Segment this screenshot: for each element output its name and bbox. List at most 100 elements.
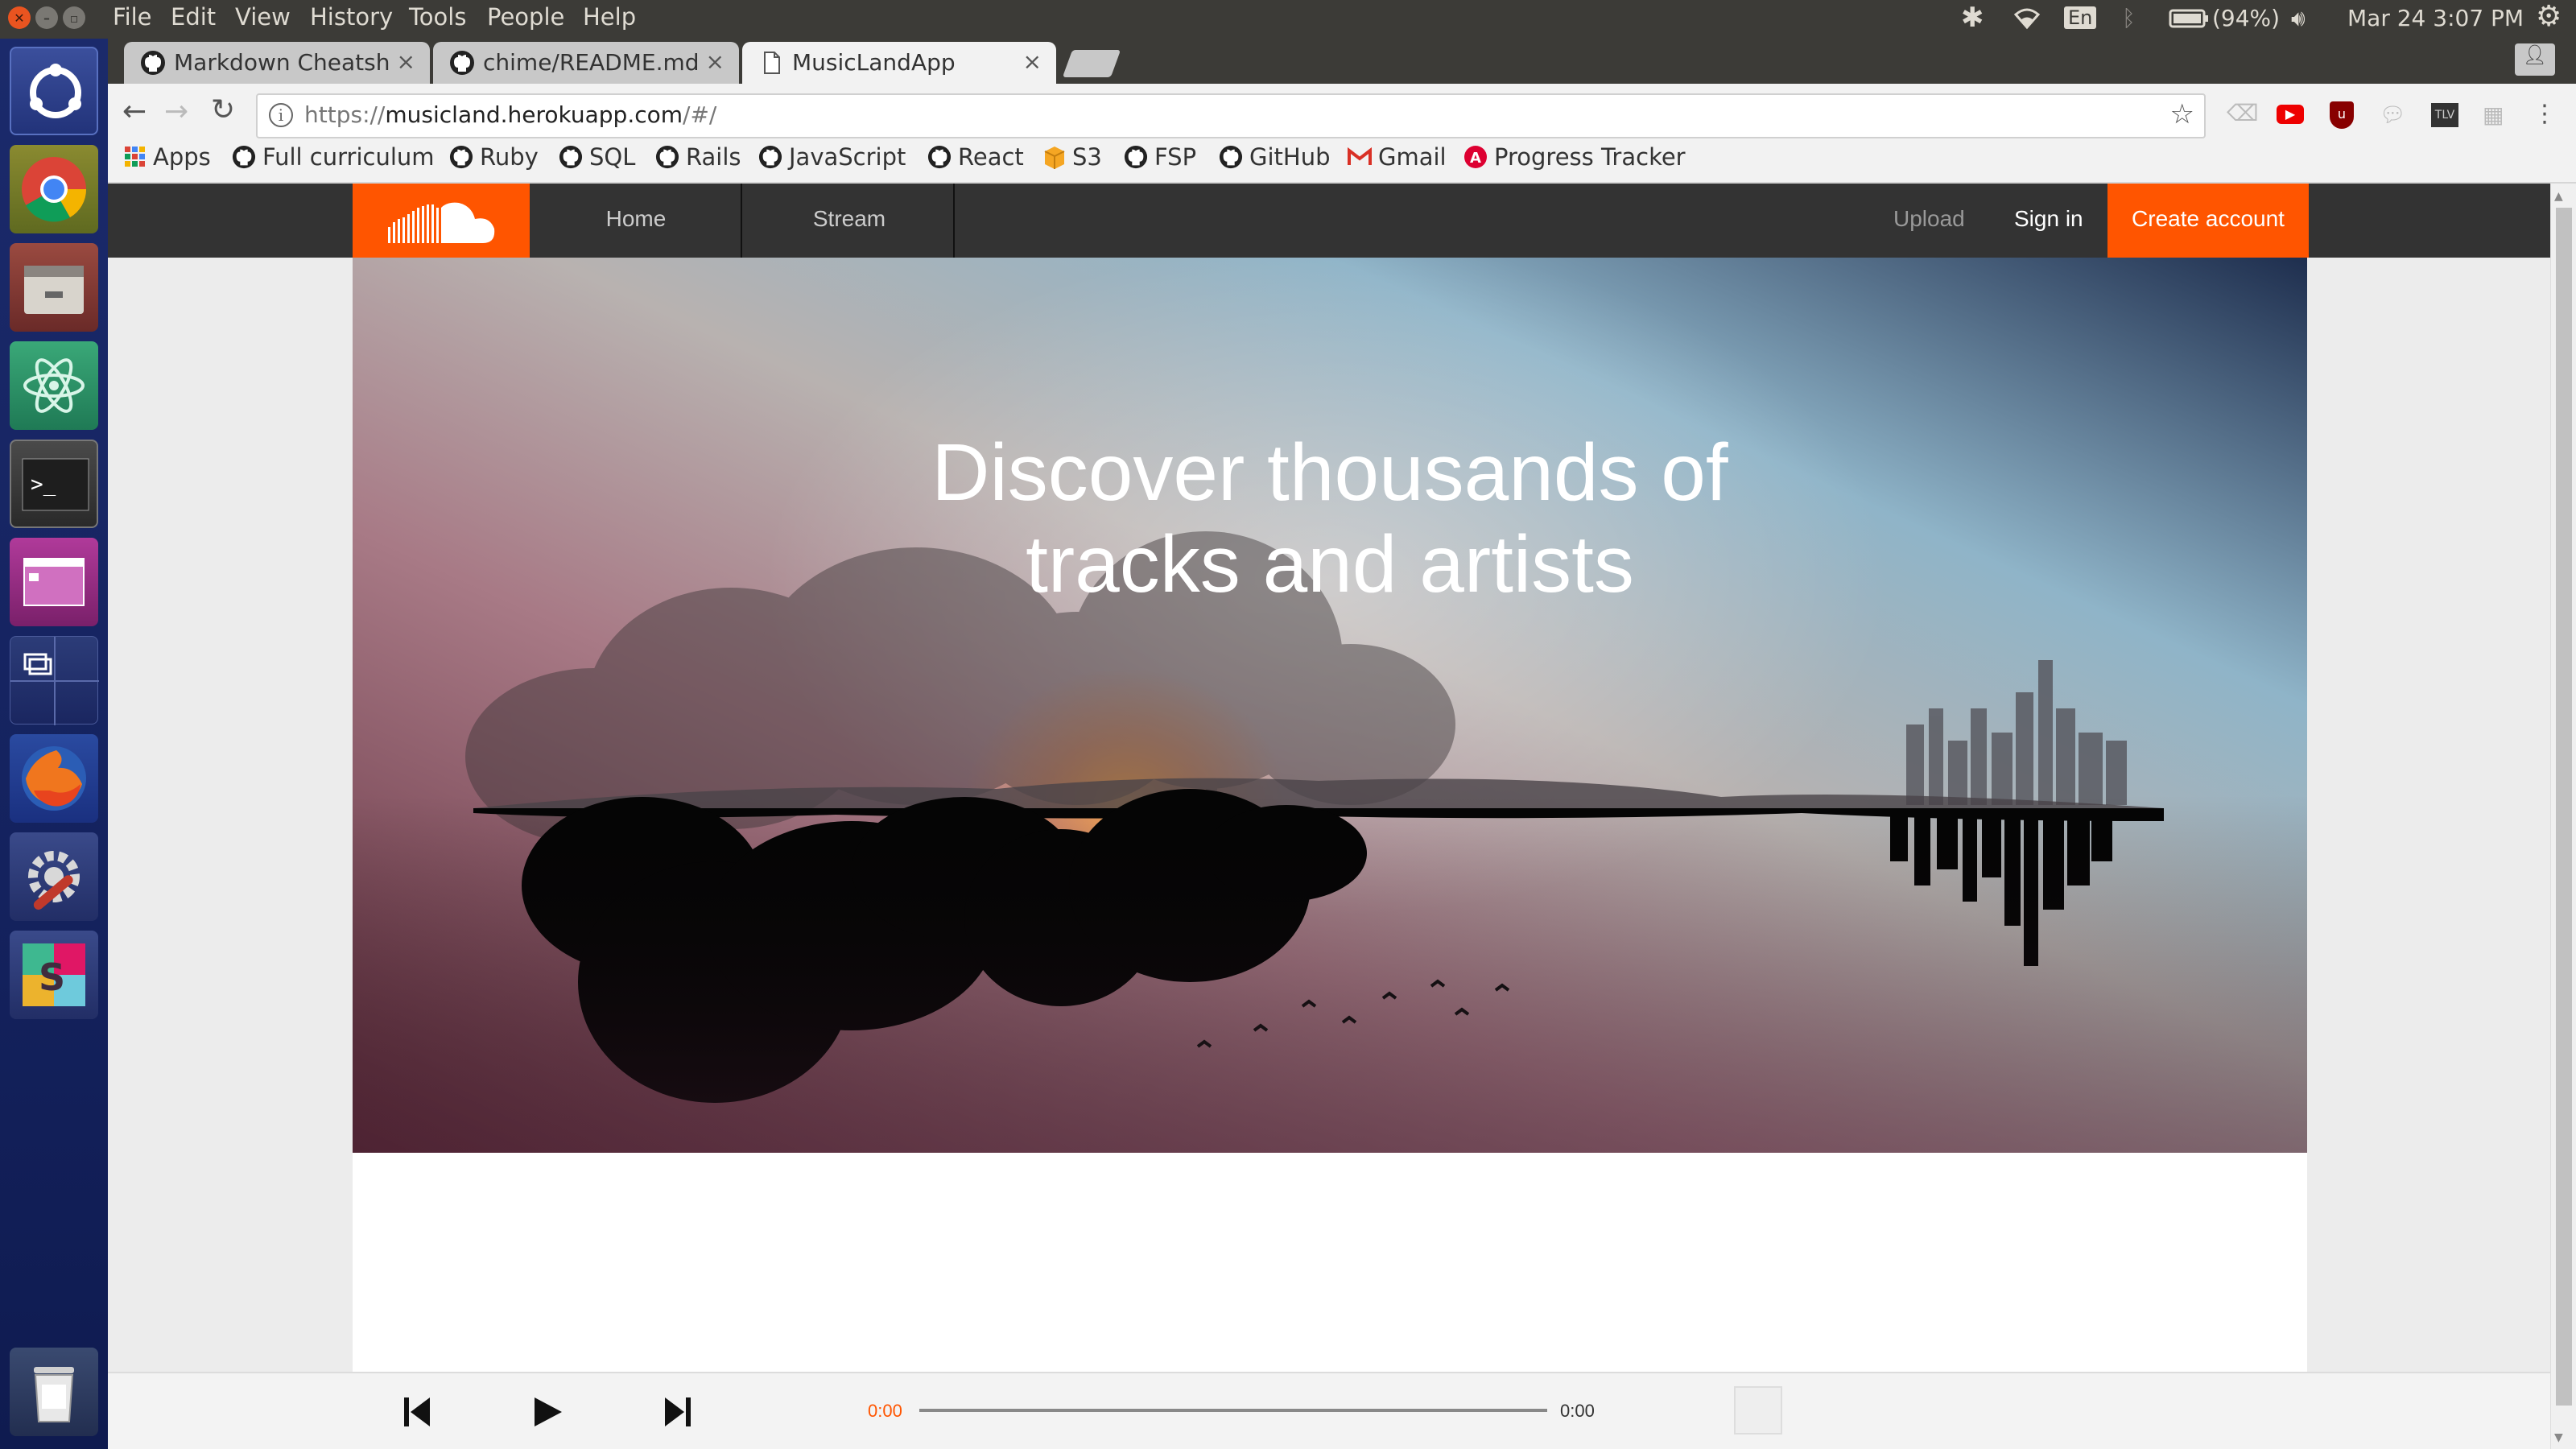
menu-people[interactable]: People [487,3,564,31]
site-navbar: Home Stream Upload Sign in Create accoun… [108,184,2550,258]
wifi-icon[interactable] [2013,5,2041,36]
nav-upload[interactable]: Upload [1893,206,1965,232]
bookmark-label: Rails [686,143,741,171]
close-tab-icon[interactable]: × [1023,48,1042,75]
github-icon [1124,145,1148,169]
menu-history[interactable]: History [310,3,393,31]
close-tab-icon[interactable]: × [397,48,415,75]
scroll-up-arrow-icon[interactable]: ▲ [2554,190,2563,203]
chrome-icon[interactable] [10,145,98,233]
menu-tools[interactable]: Tools [409,3,466,31]
bookmark-label: Full curriculum [262,143,435,171]
nav-sign-in[interactable]: Sign in [2014,206,2083,232]
bookmark-react[interactable]: React [927,143,1024,171]
address-bar[interactable]: i https://musicland.herokuapp.com/#/ ☆ [256,93,2206,138]
slack-icon[interactable]: S [10,931,98,1019]
bookmark-full-curriculum[interactable]: Full curriculum [232,143,435,171]
next-track-icon[interactable] [663,1396,692,1428]
menu-help[interactable]: Help [583,3,636,31]
reload-icon[interactable]: ↻ [211,93,235,126]
volume-icon[interactable]: 🔊︎ [2291,5,2306,32]
soundcloud-logo[interactable] [353,184,530,258]
current-time: 0:00 [868,1401,902,1421]
bookmark-rails[interactable]: Rails [655,143,741,171]
browser-menu-icon[interactable]: ⋮ [2533,100,2557,128]
bookmark-label: React [958,143,1024,171]
bookmark-ruby[interactable]: Ruby [449,143,539,171]
github-icon [141,51,165,75]
progress-track[interactable] [919,1409,1547,1412]
battery-icon[interactable] [2169,8,2209,35]
menu-file[interactable]: File [113,3,152,31]
bookmark-label: SQL [589,143,636,171]
track-artwork-thumbnail[interactable] [1734,1386,1782,1435]
maximize-window-icon[interactable]: ▫ [63,6,85,29]
youtube-extension-icon[interactable]: ▶ [2277,105,2304,124]
menu-view[interactable]: View [235,3,291,31]
bookmark-label: Gmail [1378,143,1447,171]
new-tab-button[interactable] [1062,50,1121,77]
bookmark-label: FSP [1154,143,1197,171]
previous-track-icon[interactable] [402,1396,431,1428]
atom-icon[interactable] [10,341,98,430]
extension-eraser-icon[interactable]: ⌫ [2227,100,2259,126]
profile-icon[interactable]: 👤︎ [2515,43,2555,76]
svg-text:S: S [39,956,65,999]
github-icon [450,51,474,75]
power-gear-icon[interactable]: ⚙ [2536,0,2562,33]
tab-chime-readme[interactable]: chime/README.md × [433,42,739,84]
page-scrollbar[interactable]: ▲ ▼ [2550,184,2576,1449]
create-account-button[interactable]: Create account [2107,184,2309,258]
trash-icon[interactable] [10,1348,98,1436]
bookmark-javascript[interactable]: JavaScript [758,143,906,171]
bookmark-label: JavaScript [789,143,906,171]
page-icon [764,52,780,74]
window-switcher-icon[interactable] [10,636,99,725]
svg-text:A: A [1470,150,1481,167]
extension-grid-icon[interactable]: ▦ [2483,101,2504,128]
bookmark-sql[interactable]: SQL [559,143,635,171]
terminal-icon[interactable]: >_ [10,440,98,528]
gmail-icon [1348,147,1372,165]
bookmark-github[interactable]: GitHub [1219,143,1331,171]
menu-edit[interactable]: Edit [171,3,216,31]
minimize-window-icon[interactable]: – [35,6,58,29]
tab-markdown-cheatsheet[interactable]: Markdown Cheatsh × [124,42,430,84]
play-icon[interactable] [531,1396,564,1428]
tab-title: Markdown Cheatsh [174,49,390,76]
clock[interactable]: Mar 24 3:07 PM [2347,5,2524,31]
github-icon [232,145,256,169]
bookmark-star-icon[interactable]: ☆ [2170,98,2194,130]
bookmark-s3[interactable]: S3 [1043,143,1102,171]
settings-tray-icon[interactable]: ✱ [1961,2,1984,34]
soundcloud-cloud-icon [388,202,495,243]
scroll-down-arrow-icon[interactable]: ▼ [2554,1431,2563,1444]
scrollbar-thumb[interactable] [2556,208,2572,1406]
extension-chat-icon[interactable]: 💬︎ [2380,103,2406,127]
bookmark-label: Ruby [480,143,539,171]
workspace-icon[interactable] [10,538,98,626]
bookmark-apps[interactable]: Apps [124,143,211,171]
files-icon[interactable] [10,243,98,332]
duration-time: 0:00 [1560,1401,1595,1421]
nav-home[interactable]: Home [530,184,742,258]
bookmark-progress-tracker[interactable]: A Progress Tracker [1463,143,1686,171]
tlv-extension-icon[interactable]: TLV [2431,103,2458,127]
forward-icon[interactable]: → [164,95,188,128]
ubuntu-dash-icon[interactable] [10,47,98,135]
site-info-icon[interactable]: i [269,103,293,127]
close-window-icon[interactable]: ✕ [8,6,31,29]
bookmark-gmail[interactable]: Gmail [1348,143,1447,171]
create-account-label: Create account [2132,206,2285,231]
close-tab-icon[interactable]: × [706,48,724,75]
ublock-extension-icon[interactable]: u [2330,101,2354,129]
tab-musiclandapp[interactable]: MusicLandApp × [742,42,1056,84]
settings-icon[interactable] [10,832,98,921]
keyboard-language-indicator[interactable]: En [2064,6,2097,29]
nav-stream[interactable]: Stream [744,184,955,258]
back-icon[interactable]: ← [122,95,147,128]
firefox-icon[interactable] [10,734,98,823]
bluetooth-icon[interactable]: ᛒ [2122,5,2136,31]
nav-stream-label: Stream [812,206,886,231]
bookmark-fsp[interactable]: FSP [1124,143,1196,171]
